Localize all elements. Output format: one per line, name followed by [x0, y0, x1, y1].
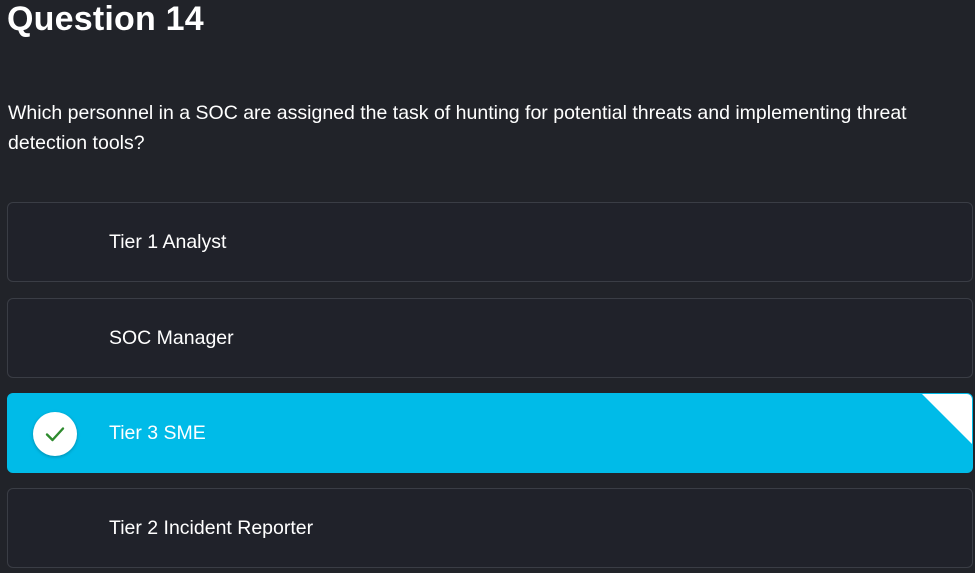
answer-option-label: Tier 1 Analyst	[109, 230, 227, 253]
checkmark-icon	[33, 412, 77, 456]
corner-fold-icon	[922, 394, 972, 444]
answer-option-label: Tier 3 SME	[109, 421, 206, 444]
answer-option-tier-1-analyst[interactable]: Tier 1 Analyst	[7, 202, 973, 282]
answer-option-label: SOC Manager	[109, 326, 234, 349]
answer-option-tier-2-incident-reporter[interactable]: Tier 2 Incident Reporter	[7, 488, 973, 568]
answer-option-label: Tier 2 Incident Reporter	[109, 516, 314, 539]
answer-option-tier-3-sme[interactable]: Tier 3 SME	[7, 393, 973, 473]
question-title: Question 14	[7, 0, 204, 38]
question-text: Which personnel in a SOC are assigned th…	[8, 102, 907, 154]
answer-option-soc-manager[interactable]: SOC Manager	[7, 298, 973, 378]
